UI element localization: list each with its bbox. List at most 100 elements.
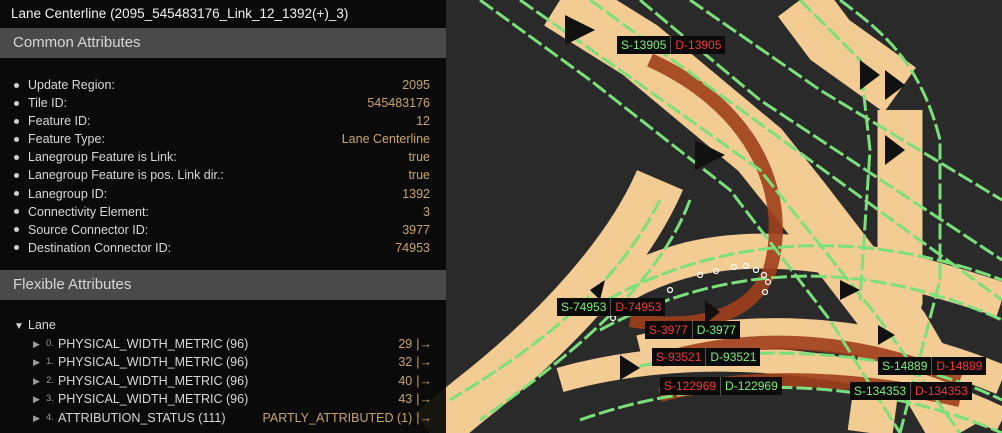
attribute-row: Lanegroup Feature is Link: true (14, 148, 432, 166)
destination-label: D-122969 (720, 377, 782, 395)
jump-link-icon[interactable]: |→ (416, 335, 432, 354)
bullet-icon (14, 173, 19, 179)
bullet-icon (14, 100, 19, 106)
bullet-icon (14, 118, 19, 124)
expand-triangle-icon[interactable]: ▶ (33, 372, 46, 391)
bullet-icon (14, 154, 19, 160)
connector-label[interactable]: S-122969 D-122969 (660, 377, 782, 395)
expand-triangle-icon[interactable]: ▶ (33, 409, 46, 428)
attribute-value: 12 (416, 114, 430, 129)
destination-label: D-74953 (610, 298, 666, 316)
attribute-key: PHYSICAL_WIDTH_METRIC (96) (57, 373, 249, 388)
destination-label: D-3977 (691, 321, 741, 339)
attribute-value: true (408, 150, 430, 165)
source-label: S-3977 (645, 321, 692, 339)
attribute-row: Feature Type: Lane Centerline (14, 130, 432, 148)
bullet-icon (14, 227, 19, 233)
attribute-key: PHYSICAL_WIDTH_METRIC (96) (57, 392, 249, 407)
flexible-attributes-list: ▼ Lane ▶ 0. PHYSICAL_WIDTH_METRIC (96) 29 |→ … (0, 300, 446, 428)
attribute-key: Lanegroup Feature is pos. Link dir.: (28, 168, 224, 183)
attribute-row: Destination Connector ID: 74953 (14, 239, 432, 257)
flexible-attributes-header[interactable]: Flexible Attributes (0, 269, 446, 300)
attribute-panel: Lane Centerline (2095_545483176_Link_12_… (0, 0, 446, 433)
attribute-value: 74953 (395, 240, 430, 255)
expand-triangle-icon[interactable]: ▶ (33, 335, 46, 354)
attribute-row: Feature ID: 12 (14, 112, 432, 130)
jump-link-icon[interactable]: |→ (416, 372, 432, 391)
connector-label[interactable]: S-134353 D-134353 (850, 382, 972, 400)
attribute-index: 3. (46, 393, 54, 405)
attribute-value: PARTLY_ATTRIBUTED (1) (262, 410, 413, 425)
lane-label: Lane (28, 317, 56, 332)
common-attributes-list: Update Region: 2095 Tile ID: 545483176 Fea… (0, 58, 446, 257)
destination-label: D-13905 (670, 36, 726, 54)
jump-link-icon[interactable]: |→ (416, 409, 432, 428)
connector-label[interactable]: S-14889 D-14889 (878, 357, 987, 375)
attribute-index: 2. (46, 374, 54, 386)
jump-link-icon[interactable]: |→ (416, 353, 432, 372)
attribute-index: 0. (46, 337, 54, 349)
jump-link-icon[interactable]: |→ (416, 390, 432, 409)
destination-label: D-14889 (931, 357, 987, 375)
bullet-icon (14, 136, 19, 142)
connector-label[interactable]: S-93521 D-93521 (652, 348, 761, 366)
attribute-row: Tile ID: 545483176 (14, 94, 432, 112)
attribute-key: Source Connector ID: (28, 222, 149, 237)
attribute-value: true (408, 168, 430, 183)
common-attributes-header[interactable]: Common Attributes (0, 28, 446, 58)
attribute-value: 32 (398, 355, 413, 370)
attribute-value: 1392 (402, 186, 430, 201)
destination-label: D-134353 (910, 382, 972, 400)
attribute-value: 29 (398, 336, 413, 351)
attribute-key: PHYSICAL_WIDTH_METRIC (96) (57, 336, 249, 351)
attribute-key: PHYSICAL_WIDTH_METRIC (96) (57, 355, 249, 370)
source-label: S-93521 (652, 348, 706, 366)
flexible-attribute-row[interactable]: ▶ 4. ATTRIBUTION_STATUS (111) PARTLY_ATTRIB… (14, 409, 432, 428)
source-label: S-122969 (660, 377, 721, 395)
attribute-index: 1. (46, 356, 54, 368)
attribute-key: Feature ID: (28, 114, 91, 129)
attribute-value: 3977 (402, 222, 430, 237)
attribute-value: 2095 (402, 78, 430, 92)
attribute-row: Update Region: 2095 (14, 76, 432, 94)
attribute-row: Source Connector ID: 3977 (14, 221, 432, 239)
attribute-value: 40 (398, 373, 413, 388)
flexible-attribute-row[interactable]: ▶ 2. PHYSICAL_WIDTH_METRIC (96) 40 |→ (14, 372, 432, 391)
source-label: S-134353 (850, 382, 911, 400)
panel-title: Lane Centerline (2095_545483176_Link_12_… (11, 6, 349, 21)
connector-label[interactable]: S-13905 D-13905 (617, 36, 726, 54)
source-label: S-74953 (557, 298, 611, 316)
attribute-key: Tile ID: (28, 96, 68, 111)
attribute-key: Update Region: (28, 78, 115, 92)
attribute-value: 545483176 (367, 96, 430, 111)
attribute-key: ATTRIBUTION_STATUS (111) (57, 410, 226, 425)
flexible-attribute-row[interactable]: ▶ 0. PHYSICAL_WIDTH_METRIC (96) 29 |→ (14, 335, 432, 354)
connector-label[interactable]: S-74953 D-74953 (557, 298, 666, 316)
attribute-key: Feature Type: (28, 132, 105, 147)
connector-label[interactable]: S-3977 D-3977 (645, 321, 741, 339)
destination-label: D-93521 (705, 348, 761, 366)
bullet-icon (14, 82, 19, 88)
attribute-key: Destination Connector ID: (28, 240, 172, 255)
source-label: S-13905 (617, 36, 671, 54)
bullet-icon (14, 209, 19, 215)
attribute-row: Connectivity Element: 3 (14, 203, 432, 221)
attribute-key: Lanegroup Feature is Link: (28, 150, 177, 165)
attribute-value: 3 (423, 204, 430, 219)
lane-tree-node[interactable]: ▼ Lane (14, 316, 432, 335)
attribute-index: 4. (46, 411, 54, 423)
bullet-icon (14, 191, 19, 197)
expand-triangle-icon[interactable]: ▶ (33, 390, 46, 409)
attribute-key: Lanegroup ID: (28, 186, 108, 201)
flexible-attribute-row[interactable]: ▶ 3. PHYSICAL_WIDTH_METRIC (96) 43 |→ (14, 390, 432, 409)
flexible-attribute-row[interactable]: ▶ 1. PHYSICAL_WIDTH_METRIC (96) 32 |→ (14, 353, 432, 372)
attribute-value: 43 (398, 392, 413, 407)
source-label: S-14889 (878, 357, 932, 375)
attribute-value: Lane Centerline (341, 132, 430, 147)
attribute-row: Lanegroup Feature is pos. Link dir.: true (14, 166, 432, 184)
bullet-icon (14, 245, 19, 251)
expand-triangle-icon[interactable]: ▶ (33, 353, 46, 372)
collapse-triangle-icon[interactable]: ▼ (14, 317, 28, 336)
attribute-row: Lanegroup ID: 1392 (14, 185, 432, 203)
attribute-key: Connectivity Element: (28, 204, 149, 219)
